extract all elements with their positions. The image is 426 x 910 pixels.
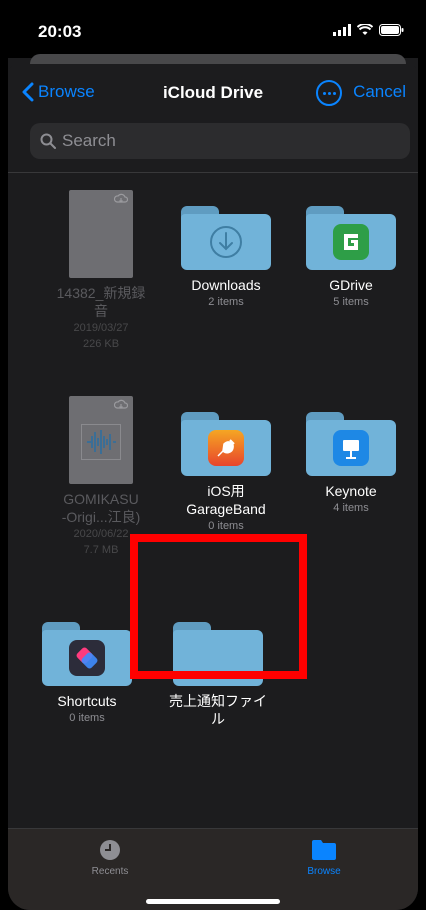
cancel-button[interactable]: Cancel — [353, 82, 406, 102]
folder-shortcuts[interactable]: Shortcuts 0 items — [27, 622, 147, 726]
folder-icon — [181, 412, 271, 476]
tab-recents[interactable]: Recents — [70, 839, 150, 877]
folder-count: 2 items — [208, 296, 244, 308]
folder-garageband[interactable]: iOS用 GarageBand 0 items — [166, 412, 286, 534]
file-name: 14382_新規録音 — [56, 285, 146, 319]
gdrive-app-icon — [333, 224, 369, 260]
status-bar: 20:03 — [8, 0, 418, 58]
audio-file-thumbnail — [69, 190, 133, 278]
folder-count: 5 items — [333, 296, 369, 308]
file-size: 226 KB — [82, 338, 120, 350]
tab-recents-label: Recents — [91, 866, 129, 877]
battery-icon — [379, 24, 404, 36]
folder-count: 0 items — [69, 712, 105, 724]
file-item-14382[interactable]: 14382_新規録音 2019/03/27 226 KB — [41, 190, 161, 352]
shortcuts-app-icon — [69, 640, 105, 676]
file-name: GOMIKASU -Origi...江良) — [61, 491, 141, 525]
chevron-left-icon — [22, 82, 34, 102]
cellular-signal-icon — [333, 24, 351, 36]
more-options-button[interactable] — [316, 80, 342, 106]
folder-icon — [306, 412, 396, 476]
folder-name: Shortcuts — [57, 693, 117, 709]
file-date: 2019/03/27 — [73, 322, 129, 334]
folder-name: GDrive — [329, 277, 373, 293]
folder-tab-icon — [312, 840, 336, 860]
folder-name: iOS用 GarageBand — [186, 483, 266, 517]
search-placeholder: Search — [62, 131, 116, 150]
icloud-download-icon — [114, 399, 128, 409]
file-browser-sheet: Browse iCloud Drive Cancel Search 14382_… — [8, 64, 418, 910]
screen: 20:03 Browse iCloud Drive Cancel Search — [8, 0, 418, 910]
keynote-app-icon — [333, 430, 369, 466]
status-time: 20:03 — [38, 22, 82, 41]
download-icon — [210, 226, 242, 258]
audio-file-thumbnail — [69, 396, 133, 484]
search-icon — [40, 133, 56, 149]
folder-icon — [181, 206, 271, 270]
folder-gdrive[interactable]: GDrive 5 items — [291, 206, 411, 310]
folder-name: 売上通知ファイル — [169, 693, 267, 727]
garageband-app-icon — [208, 430, 244, 466]
red-highlight-box — [130, 534, 307, 679]
back-button[interactable]: Browse — [22, 82, 95, 102]
status-icons — [333, 24, 404, 36]
tab-browse[interactable]: Browse — [284, 839, 364, 877]
home-indicator — [146, 899, 280, 904]
folder-keynote[interactable]: Keynote 4 items — [291, 412, 411, 516]
navigation-bar: Browse iCloud Drive Cancel — [8, 76, 418, 112]
icloud-download-icon — [114, 193, 128, 203]
folder-icon — [306, 206, 396, 270]
waveform-icon — [81, 424, 121, 460]
folder-count: 0 items — [208, 520, 244, 532]
wifi-icon — [357, 24, 373, 35]
folder-name: Keynote — [325, 483, 377, 499]
folder-downloads[interactable]: Downloads 2 items — [166, 206, 286, 310]
clock-icon — [100, 840, 120, 860]
back-label: Browse — [38, 82, 95, 101]
folder-count: 4 items — [333, 502, 369, 514]
tab-browse-label: Browse — [307, 866, 341, 877]
folder-name: Downloads — [191, 277, 261, 293]
folder-icon — [42, 622, 132, 686]
search-field[interactable]: Search — [30, 123, 410, 159]
divider — [8, 172, 418, 173]
tab-bar: Recents Browse — [8, 828, 418, 910]
